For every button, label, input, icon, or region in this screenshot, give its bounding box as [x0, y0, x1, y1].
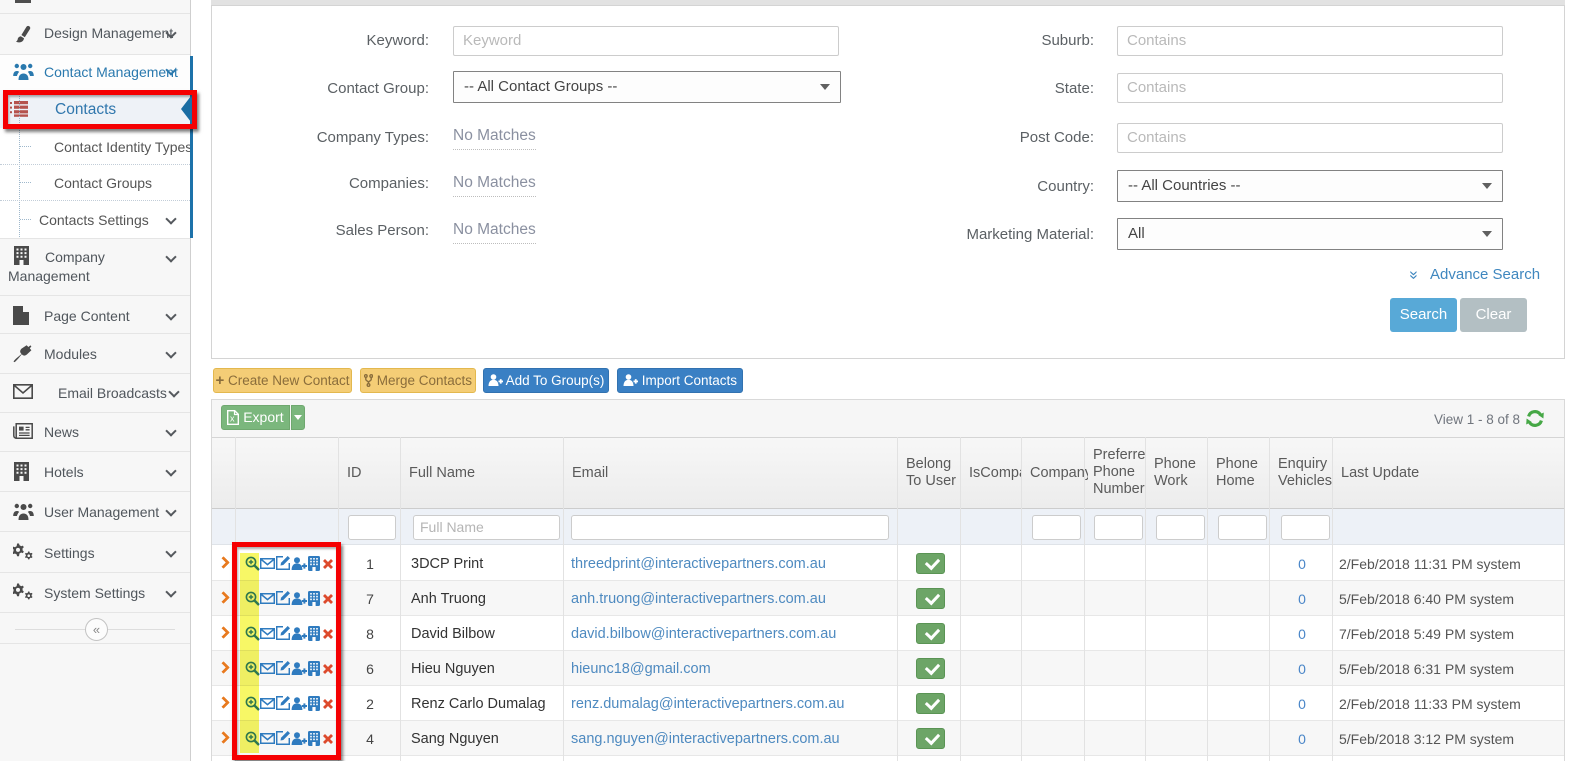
- svg-text:x: x: [230, 414, 235, 424]
